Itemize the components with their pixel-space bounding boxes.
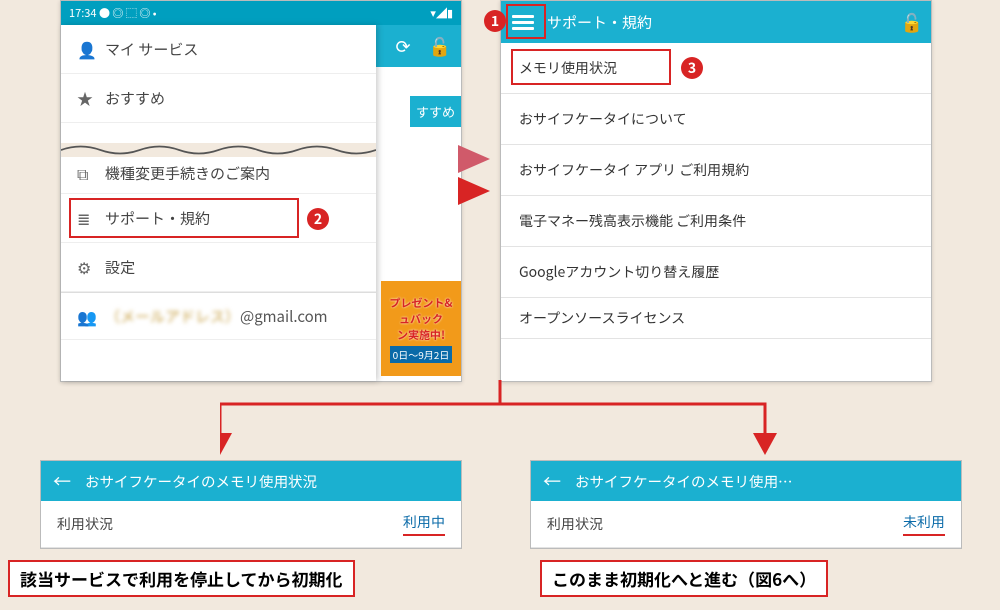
usage-row: 利用状況 利用中: [41, 501, 461, 548]
drawer-item-label: サポート・規約: [105, 208, 210, 229]
drawer-support-terms[interactable]: ≣サポート・規約 2: [61, 194, 376, 243]
list-item-label: オープンソースライセンス: [519, 308, 685, 328]
usage-label: 利用状況: [57, 514, 113, 534]
list-item-label: 電子マネー残高表示機能 ご利用条件: [519, 211, 746, 231]
list-google-switch[interactable]: Googleアカウント切り替え履歴: [501, 247, 931, 298]
person-icon: 👤: [77, 37, 105, 61]
callout-badge-2: 2: [307, 208, 329, 230]
drawer-settings[interactable]: ⚙設定: [61, 243, 376, 292]
back-icon[interactable]: ←: [543, 468, 561, 494]
drawer-item-label: 機種変更手続きのご案内: [105, 163, 270, 184]
memory-usage-titlebar: ← おサイフケータイのメモリ使用状況: [41, 461, 461, 501]
list-item-label: おサイフケータイについて: [519, 109, 687, 129]
drawer-model-change[interactable]: ⧉機種変更手続きのご案内: [61, 153, 376, 194]
list-icon: ≣: [77, 206, 105, 230]
drawer-my-service[interactable]: 👤マイ サービス: [61, 25, 376, 74]
caption-right: このまま初期化へと進む（図6へ）: [540, 560, 828, 597]
drawer-account[interactable]: 👥 （メールアドレス）@gmail.com: [61, 292, 376, 340]
people-icon: 👥: [77, 304, 105, 328]
tab-peek[interactable]: すすめ: [410, 96, 461, 127]
status-left-icons: ● ◎ ⬚ ◎ •: [99, 5, 157, 21]
back-icon[interactable]: ←: [53, 468, 71, 494]
lock-icon[interactable]: 🔓: [901, 9, 923, 35]
list-item-label: メモリ使用状況: [519, 58, 617, 78]
device-icon: ⧉: [77, 161, 105, 185]
list-app-terms[interactable]: おサイフケータイ アプリ ご利用規約: [501, 145, 931, 196]
drawer-item-label: マイ サービス: [105, 39, 198, 60]
star-icon: ★: [77, 86, 105, 110]
status-time: 17:34: [69, 5, 96, 21]
account-prefix: （メールアドレス）: [105, 306, 240, 327]
list-oss-license[interactable]: オープンソースライセンス: [501, 298, 931, 339]
account-domain: @gmail.com: [240, 306, 328, 327]
callout-badge-1: 1: [484, 10, 506, 32]
promo-l2: ュバック: [399, 311, 443, 327]
caption-left: 該当サービスで利用を停止してから初期化: [8, 560, 355, 597]
callout-badge-3: 3: [681, 57, 703, 79]
right-app-panel: サポート・規約 🔓 メモリ使用状況 3 おサイフケータイについて おサイフケータ…: [500, 0, 932, 382]
drawer-item-label: おすすめ: [105, 88, 165, 109]
status-bar: 17:34 ● ◎ ⬚ ◎ • ▾◢▮: [61, 1, 461, 25]
list-item-label: おサイフケータイ アプリ ご利用規約: [519, 160, 749, 180]
list-memory-usage[interactable]: メモリ使用状況 3: [501, 43, 931, 94]
drawer-item-label: 設定: [105, 257, 135, 278]
flow-split-arrow-icon: [220, 380, 780, 470]
support-list: メモリ使用状況 3 おサイフケータイについて おサイフケータイ アプリ ご利用規…: [501, 43, 931, 339]
promo-l3: ン実施中!: [397, 327, 445, 343]
page-title: おサイフケータイのメモリ使用…: [575, 471, 793, 492]
page-title: おサイフケータイのメモリ使用状況: [85, 471, 317, 492]
promo-banner-peek: プレゼント& ュバック ン実施中! 0日〜9月2日: [381, 281, 461, 376]
usage-value-unused: 未利用: [903, 512, 945, 536]
bottom-right-panel: ← おサイフケータイのメモリ使用… 利用状況 未利用: [530, 460, 962, 549]
memory-usage-titlebar: ← おサイフケータイのメモリ使用…: [531, 461, 961, 501]
promo-l4: 0日〜9月2日: [390, 346, 453, 363]
gear-icon: ⚙: [77, 255, 105, 279]
bottom-left-panel: ← おサイフケータイのメモリ使用状況 利用状況 利用中: [40, 460, 462, 549]
promo-l1: プレゼント&: [389, 295, 452, 311]
hamburger-icon[interactable]: [509, 8, 537, 36]
refresh-icon[interactable]: ⟳: [395, 33, 410, 59]
list-about-osaifu[interactable]: おサイフケータイについて: [501, 94, 931, 145]
page-title: サポート・規約: [547, 12, 901, 33]
nav-drawer: 👤マイ サービス ★おすすめ ⧉機種変更手続きのご案内 ≣サポート・規約 2 ⚙…: [61, 25, 376, 381]
left-app-panel: 17:34 ● ◎ ⬚ ◎ • ▾◢▮ ⟳ 🔓 すすめ 👤マイ サービス ★おす…: [60, 0, 462, 382]
list-balance-terms[interactable]: 電子マネー残高表示機能 ご利用条件: [501, 196, 931, 247]
usage-value-inuse: 利用中: [403, 512, 445, 536]
status-right-icons: ▾◢▮: [430, 5, 453, 21]
usage-label: 利用状況: [547, 514, 603, 534]
lock-icon[interactable]: 🔓: [429, 33, 451, 59]
usage-row: 利用状況 未利用: [531, 501, 961, 548]
drawer-recommended[interactable]: ★おすすめ: [61, 74, 376, 123]
support-titlebar: サポート・規約 🔓: [501, 1, 931, 43]
list-item-label: Googleアカウント切り替え履歴: [519, 262, 719, 282]
